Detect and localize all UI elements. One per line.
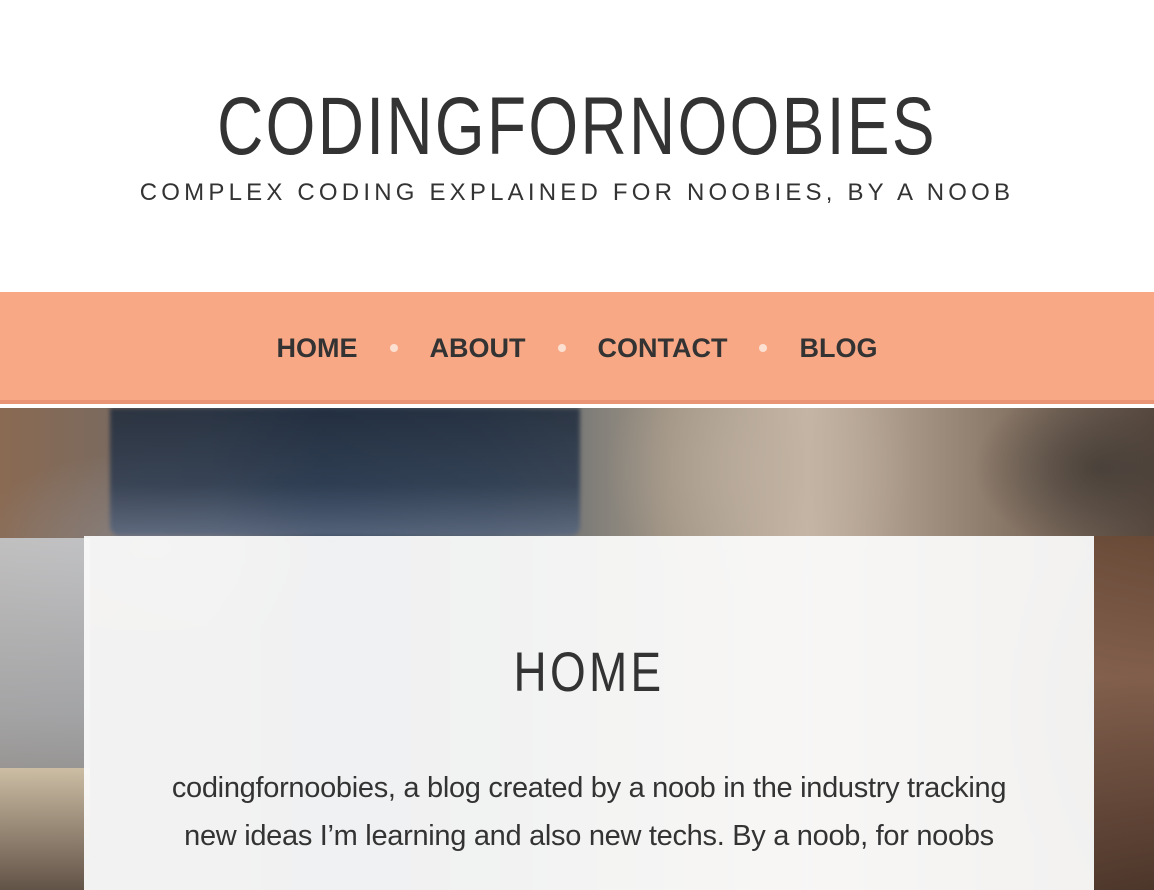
page-intro-text: codingfornoobies, a blog created by a no… — [171, 772, 1007, 852]
nav-separator-dot — [759, 344, 768, 352]
content-card: HOME codingfornoobies, a blog created by… — [84, 536, 1094, 890]
page-title: HOME — [513, 640, 665, 703]
nav-separator-dot — [557, 344, 566, 352]
site-title[interactable]: CODINGFORNOOBIES — [127, 84, 1027, 170]
site-tagline: COMPLEX CODING EXPLAINED FOR NOOBIES, BY… — [139, 179, 1015, 206]
hero-object-shape — [1094, 536, 1154, 890]
nav-item-about[interactable]: ABOUT — [430, 333, 526, 363]
nav-item-blog[interactable]: BLOG — [799, 333, 877, 363]
main-navigation: HOME ABOUT CONTACT BLOG — [0, 292, 1154, 404]
nav-menu: HOME ABOUT CONTACT BLOG — [0, 292, 1154, 404]
nav-item-contact[interactable]: CONTACT — [598, 333, 728, 363]
hero-laptop-shape — [110, 408, 580, 536]
nav-item-home[interactable]: HOME — [277, 333, 358, 363]
hero-desk-shape — [0, 768, 90, 890]
nav-separator-dot — [389, 344, 398, 352]
site-header: CODINGFORNOOBIES COMPLEX CODING EXPLAINE… — [0, 0, 1154, 292]
